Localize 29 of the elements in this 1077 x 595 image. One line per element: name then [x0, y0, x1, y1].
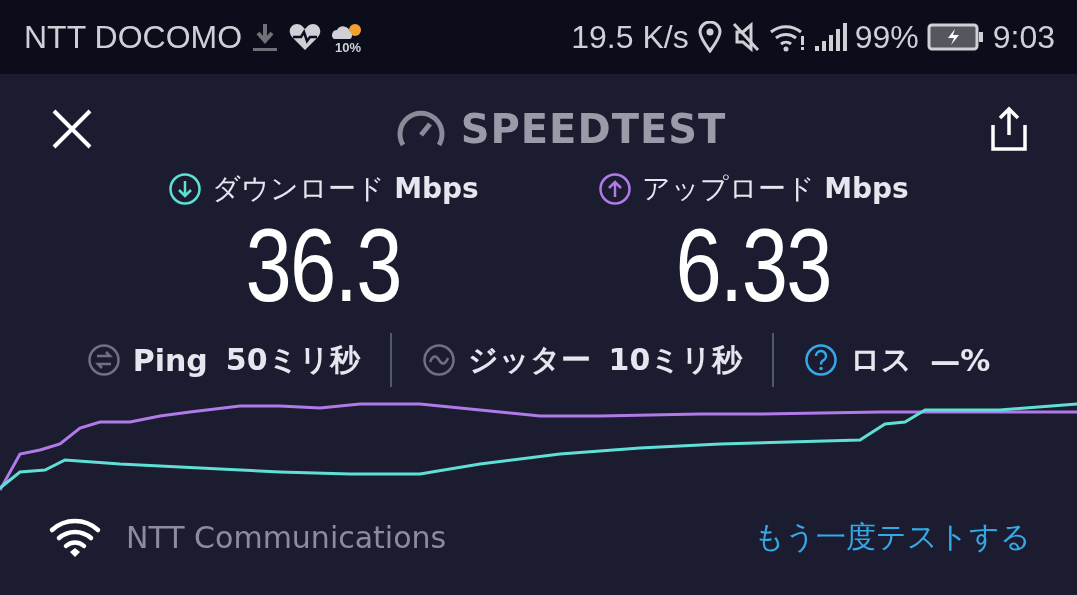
- stat-label: ロス: [850, 340, 913, 379]
- signal-icon: [812, 22, 847, 52]
- location-icon: [696, 21, 723, 53]
- wifi-icon: [48, 516, 102, 559]
- ping-icon: [86, 343, 121, 378]
- network-speed: 19.5 K/s: [571, 18, 689, 56]
- gauge-icon: [394, 109, 447, 149]
- stat-value: —%: [930, 342, 991, 378]
- heart-icon: [288, 22, 323, 52]
- stat-value: 50ミリ秒: [225, 340, 360, 379]
- battery-percent: 99%: [854, 18, 919, 56]
- jitter-icon: [421, 343, 456, 378]
- retest-link[interactable]: もう一度テストする: [754, 516, 1031, 558]
- weather-percent: 10%: [335, 40, 362, 54]
- stat-label: ジッター: [467, 340, 591, 379]
- stat-value: 10ミリ秒: [608, 340, 743, 379]
- result-value: 6.33: [675, 208, 832, 323]
- mute-icon: [730, 21, 761, 53]
- app-title: SPEEDTEST: [460, 106, 727, 152]
- clock-time: 9:03: [992, 18, 1055, 56]
- wifi-icon: [768, 22, 805, 52]
- result-label: ダウンロード Mbps: [212, 171, 479, 207]
- result-value: 36.3: [245, 208, 402, 323]
- provider-name: NTT Communications: [126, 519, 447, 555]
- battery-charging-icon: [926, 23, 985, 51]
- carrier-name: NTT DOCOMO: [24, 18, 243, 56]
- stat-label: Ping: [132, 342, 208, 378]
- result-label: アップロード Mbps: [642, 171, 909, 207]
- help-icon[interactable]: [804, 343, 839, 378]
